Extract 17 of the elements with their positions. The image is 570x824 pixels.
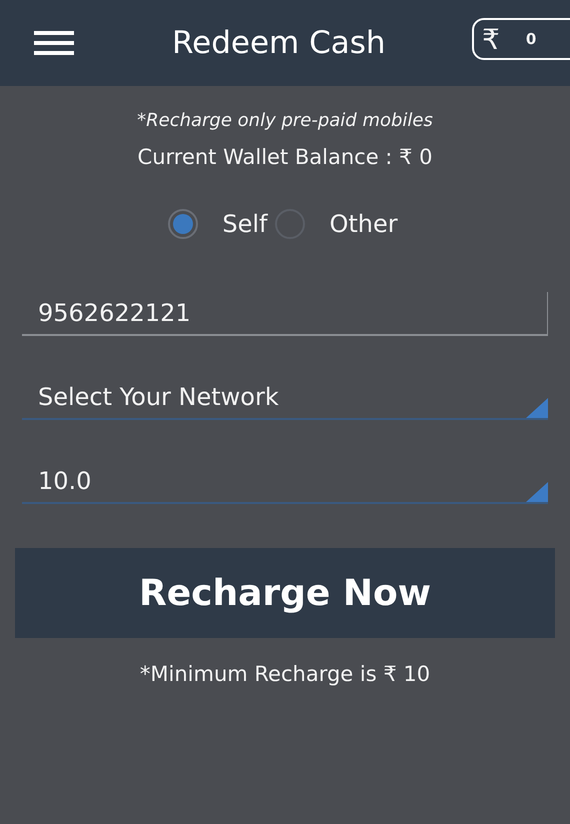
screen-title: Redeem Cash xyxy=(172,25,386,61)
currency-symbol: ₹ xyxy=(482,22,500,56)
wallet-balance: Current Wallet Balance : ₹ 0 xyxy=(138,145,432,169)
dropdown-field[interactable]: Select Your Network xyxy=(22,376,548,420)
wallet-badge[interactable]: ₹ 0 xyxy=(472,18,570,60)
phone-field[interactable]: 9562622121 xyxy=(22,292,548,336)
radio-option[interactable]: Self xyxy=(168,209,272,239)
dropdown-corner-icon xyxy=(526,398,548,418)
menu-icon[interactable] xyxy=(34,29,74,57)
dropdown-corner-icon xyxy=(526,482,548,502)
recharge-button[interactable]: Recharge Now xyxy=(15,548,555,638)
minimum-note: *Minimum Recharge is ₹ 10 xyxy=(140,662,430,686)
wallet-amount: 0 xyxy=(526,30,536,48)
prepaid-note: *Recharge only pre-paid mobiles xyxy=(137,110,433,131)
radio-icon[interactable] xyxy=(168,209,198,239)
dropdown-field[interactable]: 10.0 xyxy=(22,460,548,504)
radio-option[interactable]: Other xyxy=(275,209,402,239)
